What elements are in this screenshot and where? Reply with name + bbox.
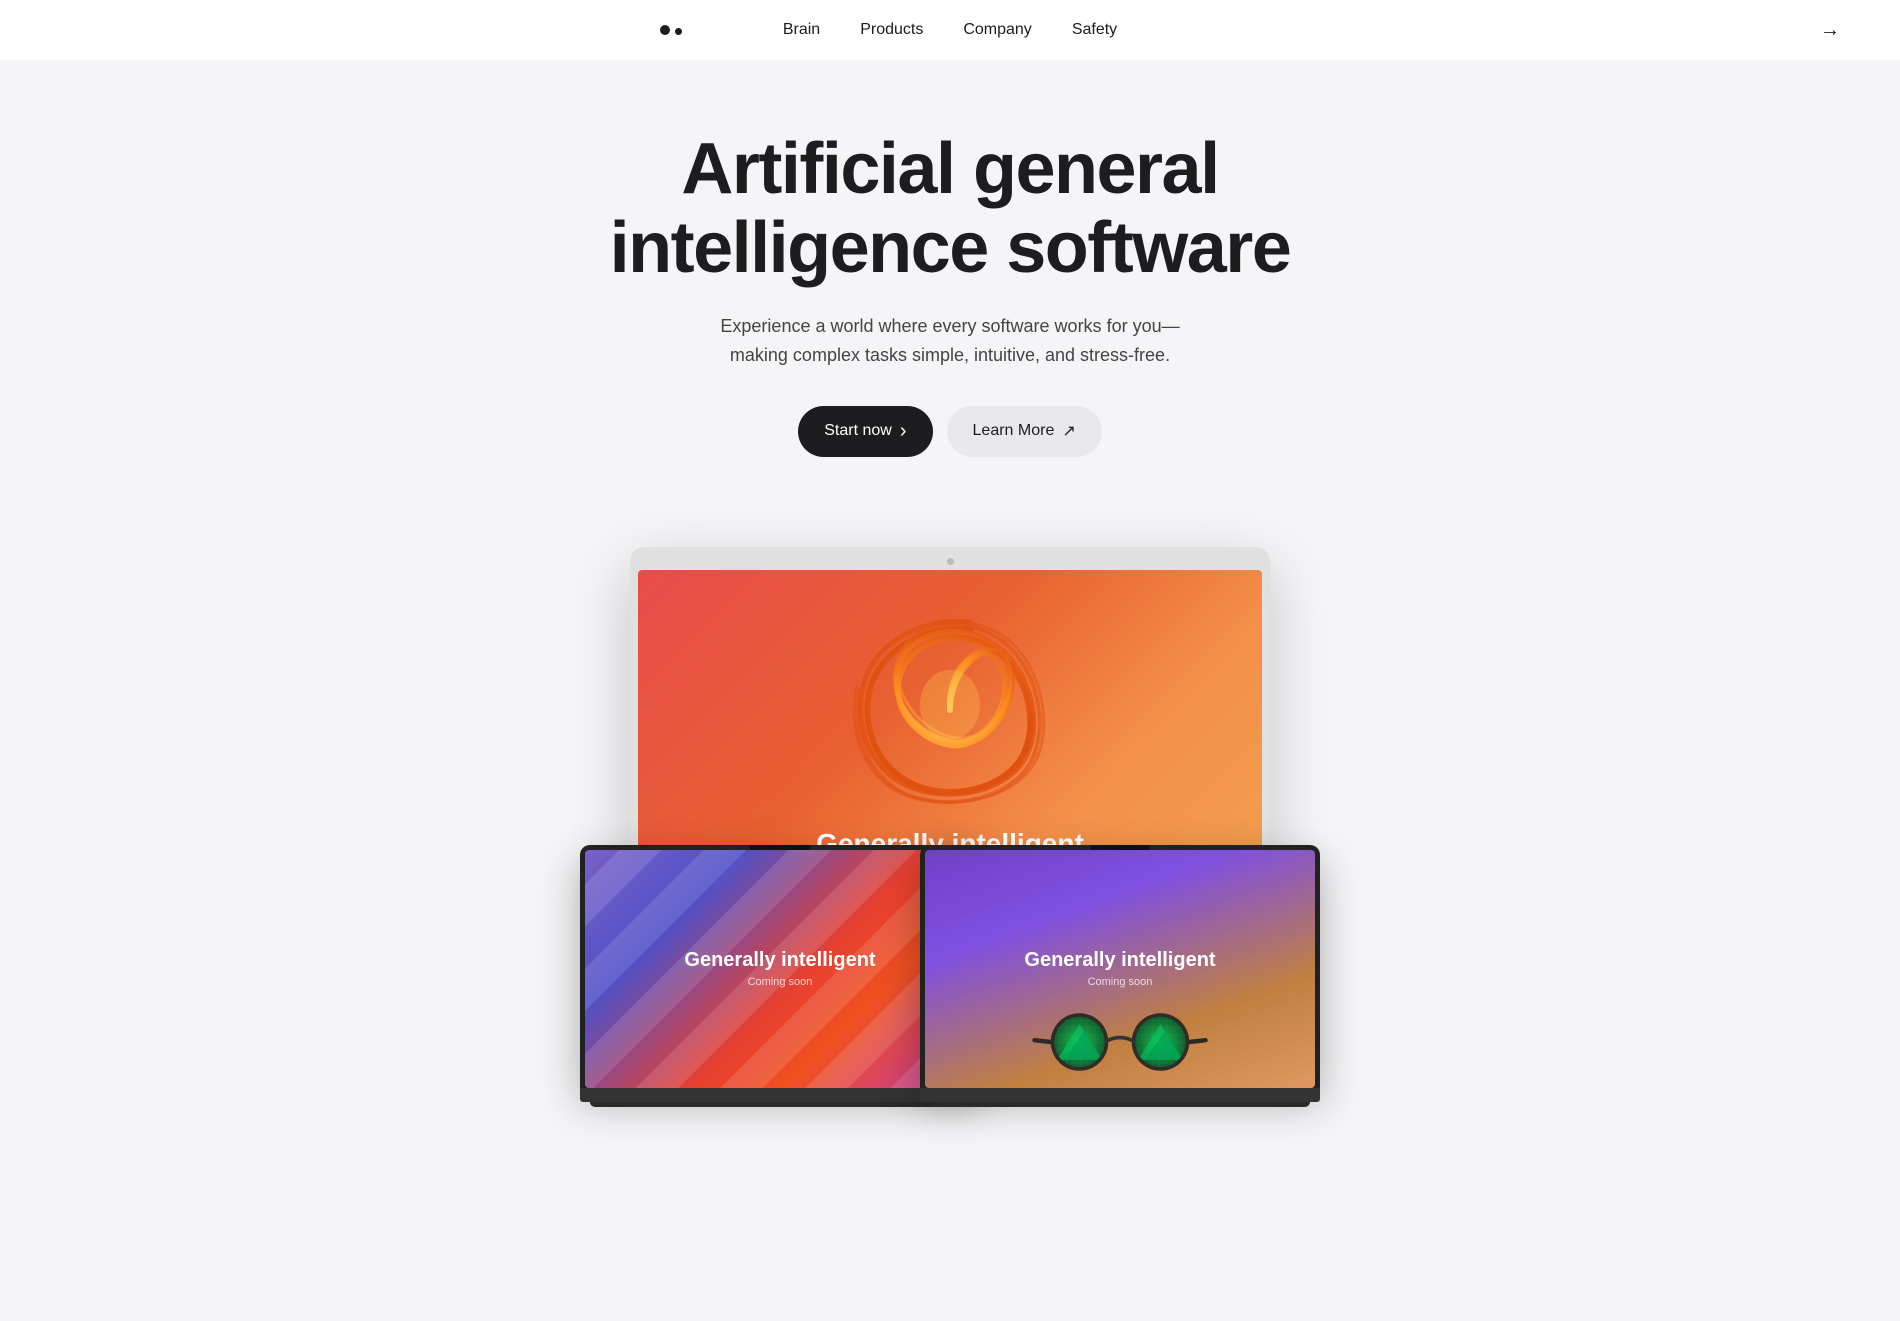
start-now-button[interactable]: Start now [798, 406, 932, 457]
stripes-overlay [585, 850, 975, 1088]
imac-camera-dot [947, 558, 954, 565]
laptop-right-base [920, 1088, 1320, 1102]
nav-brain[interactable]: Brain [783, 21, 820, 38]
nav-arrow-icon[interactable]: → [1820, 19, 1840, 42]
logo[interactable] [660, 25, 682, 35]
hero-buttons: Start now Learn More [20, 406, 1880, 457]
hero-title: Artificial general intelligence software [600, 130, 1300, 288]
laptop-right-sub: Coming soon [1088, 976, 1153, 988]
hero-subtitle: Experience a world where every software … [710, 312, 1190, 370]
navigation: Brain Products Company Safety → [0, 0, 1900, 60]
nav-products[interactable]: Products [860, 21, 923, 38]
nav-safety[interactable]: Safety [1072, 21, 1117, 38]
swirl-graphic [840, 600, 1060, 820]
imac-camera-row [638, 555, 1262, 570]
hero-section: Artificial general intelligence software… [0, 60, 1900, 547]
laptop-right-screen-wrapper: Generally intelligent Coming soon [920, 845, 1320, 1088]
laptop-right-title: Generally intelligent [1024, 949, 1215, 972]
nav-links: Brain Products Company Safety [783, 21, 1117, 39]
laptop-left-foot [590, 1102, 970, 1107]
laptop-right: Generally intelligent Coming soon [920, 845, 1320, 1107]
devices-section: Generally intelligent Coming soon Genera… [0, 547, 1900, 1107]
nav-company[interactable]: Company [963, 21, 1031, 38]
laptop-left-screen: Generally intelligent Coming soon [585, 850, 975, 1088]
sunglasses-graphic [1030, 1006, 1210, 1078]
laptops-row: Generally intelligent Coming soon Genera… [0, 845, 1900, 1107]
laptop-right-screen: Generally intelligent Coming soon [925, 850, 1315, 1088]
logo-dot-1 [660, 25, 670, 35]
laptop-right-foot [930, 1102, 1310, 1107]
learn-more-button[interactable]: Learn More [947, 406, 1102, 457]
logo-dot-2 [675, 28, 682, 35]
